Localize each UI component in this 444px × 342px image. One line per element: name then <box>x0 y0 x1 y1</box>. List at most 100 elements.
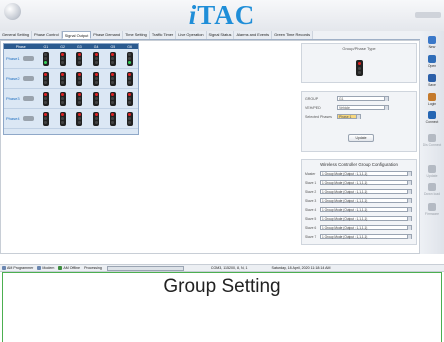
tab-time-setting[interactable]: Time Setting <box>123 31 150 39</box>
toolbar-firmware-button[interactable]: Firmware <box>420 203 444 216</box>
phase-row: Phase2 <box>4 69 138 89</box>
toolbar-login-button[interactable]: Login <box>420 93 444 106</box>
traffic-light-icon <box>126 91 133 106</box>
wireless-row: Slave 6 1 Group Mode (Output : 1,1,1,1) <box>305 225 412 230</box>
tab-signal-output[interactable]: Signal Output <box>61 31 92 39</box>
toolbar-connect-button[interactable]: Connect <box>420 111 444 124</box>
signal-cell[interactable] <box>38 71 55 86</box>
traffic-light-icon <box>59 51 66 66</box>
update-icon <box>428 165 436 173</box>
wireless-mode-value: 1 Group Mode (Output : 1,1,1,1) <box>322 190 368 194</box>
progress-bar <box>106 265 184 271</box>
header-g3: G3 <box>77 44 82 49</box>
signal-cell[interactable] <box>71 51 88 66</box>
signal-cell[interactable] <box>71 91 88 106</box>
wireless-row-label: Slave 1 <box>305 180 317 185</box>
wireless-mode-select[interactable]: 1 Group Mode (Output : 1,1,1,1) <box>320 216 412 221</box>
selected-phases-label: Selected Phases <box>305 114 332 119</box>
tab-traffic-timer[interactable]: Traffic Timer <box>149 31 177 39</box>
group-select[interactable]: G1 <box>337 96 389 101</box>
toolbar-save-button[interactable]: Save <box>420 74 444 87</box>
update-button[interactable]: Update <box>348 134 374 142</box>
vehped-label: VEH/PED <box>305 105 321 110</box>
wireless-mode-select[interactable]: 1 Group Mode (Output : 1,1,1,1) <box>320 189 412 194</box>
signal-cell[interactable] <box>38 51 55 66</box>
phase-label[interactable]: Phase2 <box>4 76 23 81</box>
vehped-select[interactable]: Vehicle <box>337 105 389 110</box>
wireless-config-panel: Wireless Controller Group Configuration … <box>301 159 417 245</box>
wireless-mode-select[interactable]: 1 Group Mode (Output : 1,1,1,1) <box>320 198 412 203</box>
signal-cell[interactable] <box>105 71 122 86</box>
signal-cell[interactable] <box>121 71 138 86</box>
signal-cell[interactable] <box>54 91 71 106</box>
phase-label[interactable]: Phase4 <box>4 116 23 121</box>
traffic-light-icon <box>109 51 116 66</box>
phase-label[interactable]: Phase1 <box>4 56 23 61</box>
signal-cell[interactable] <box>88 51 105 66</box>
tab-phase-demand[interactable]: Phase Demand <box>91 31 124 39</box>
signal-cell[interactable] <box>88 91 105 106</box>
chevron-down-icon <box>356 115 360 119</box>
toolbar-down-load-button[interactable]: Down load <box>420 183 444 196</box>
car-icon <box>22 56 34 61</box>
traffic-light-icon <box>356 60 363 76</box>
wireless-mode-select[interactable]: 1 Group Mode (Output : 1,1,1,1) <box>320 207 412 212</box>
traffic-light-icon <box>126 111 133 126</box>
wireless-row-label: Slave 4 <box>305 207 317 212</box>
save-icon <box>428 74 436 82</box>
tab-phase-control[interactable]: Phase Control <box>32 31 62 39</box>
tab-signal-status[interactable]: Signal Status <box>206 31 235 39</box>
toolbar-update-button[interactable]: Update <box>420 165 444 178</box>
toolbar-label: Update <box>426 174 438 178</box>
signal-cell[interactable] <box>54 71 71 86</box>
signal-cell[interactable] <box>38 91 55 106</box>
signal-cell[interactable] <box>88 111 105 126</box>
wireless-config-title: Wireless Controller Group Configuration <box>320 162 398 167</box>
app-window: iTAC General Setting Phase Control Signa… <box>0 0 444 342</box>
traffic-light-icon <box>76 71 83 86</box>
tab-alarms-events[interactable]: Alarms and Events <box>234 31 273 39</box>
status-programmer-text: AM Programmer <box>7 266 34 270</box>
selected-phases-select[interactable]: Phase 1 <box>337 114 361 119</box>
signal-cell[interactable] <box>88 71 105 86</box>
toolbar-label: Firmware <box>424 212 440 216</box>
tab-green-time-records[interactable]: Green Time Records <box>272 31 314 39</box>
signal-cell[interactable] <box>121 111 138 126</box>
toolbar-new-button[interactable]: New <box>420 36 444 49</box>
phase-label[interactable]: Phase3 <box>4 96 23 101</box>
wireless-mode-select[interactable]: 1 Group Mode (Output : 1,1,1,1) <box>320 234 412 239</box>
toolbar-open-button[interactable]: Open <box>420 55 444 68</box>
wireless-mode-select[interactable]: 1 Group Mode (Output : 1,1,1,1) <box>320 171 412 176</box>
wireless-row: Slave 2 1 Group Mode (Output : 1,1,1,1) <box>305 189 412 194</box>
signal-cell[interactable] <box>121 51 138 66</box>
header-g2: G2 <box>60 44 65 49</box>
toolbar-dis-connect-button[interactable]: Dis Connect <box>420 134 444 147</box>
signal-cell[interactable] <box>105 111 122 126</box>
signal-cell[interactable] <box>105 91 122 106</box>
wireless-mode-select[interactable]: 1 Group Mode (Output : 1,1,1,1) <box>320 225 412 230</box>
signal-cell[interactable] <box>121 91 138 106</box>
signal-cell[interactable] <box>105 51 122 66</box>
traffic-light-icon <box>42 71 49 86</box>
wireless-mode-select[interactable]: 1 Group Mode (Output : 1,1,1,1) <box>320 180 412 185</box>
signal-cell[interactable] <box>71 71 88 86</box>
wireless-row: Slave 5 1 Group Mode (Output : 1,1,1,1) <box>305 216 412 221</box>
group-select-value: G1 <box>339 97 344 101</box>
car-icon <box>22 116 34 121</box>
tab-general-setting[interactable]: General Setting <box>0 31 33 39</box>
header-g5: G5 <box>110 44 116 49</box>
signal-cell[interactable] <box>54 111 71 126</box>
signal-cell[interactable] <box>54 51 71 66</box>
group-phase-title: Group/Phase Type <box>342 46 376 51</box>
phase-table: Phase G1 G2 G3 G4 G5 G6 Phase1 Phase2 Phas… <box>3 43 139 135</box>
wireless-mode-value: 1 Group Mode (Output : 1,1,1,1) <box>322 235 368 239</box>
wireless-mode-value: 1 Group Mode (Output : 1,1,1,1) <box>322 217 368 221</box>
window-controls[interactable] <box>415 12 441 18</box>
firmware-icon <box>428 203 436 211</box>
phase-row: Phase4 <box>4 109 138 129</box>
signal-cell[interactable] <box>38 111 55 126</box>
signal-cell[interactable] <box>71 111 88 126</box>
tab-live-operation[interactable]: Live Operation <box>176 31 207 39</box>
chevron-down-icon <box>384 97 388 101</box>
traffic-light-icon <box>109 111 116 126</box>
